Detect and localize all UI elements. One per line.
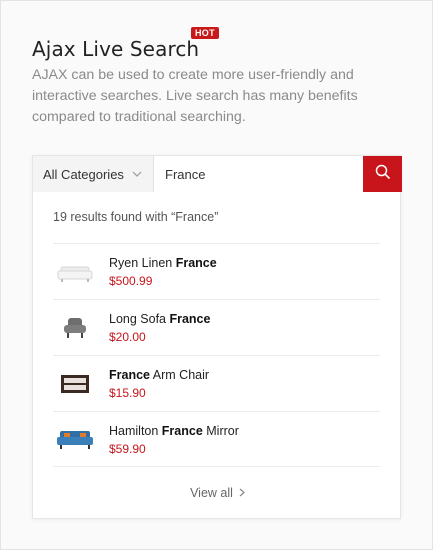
description: AJAX can be used to create more user-fri… — [32, 67, 358, 125]
hot-badge: HOT — [191, 27, 219, 39]
results-count: 19 results found with “France” — [53, 210, 219, 224]
white-sofa-icon — [53, 252, 97, 292]
result-name: Hamilton France Mirror — [109, 423, 239, 438]
search-bar: All Categories — [33, 156, 402, 192]
search-icon — [375, 164, 391, 185]
category-select[interactable]: All Categories — [33, 156, 154, 192]
result-item[interactable]: Hamilton France Mirror $59.90 — [53, 411, 380, 467]
search-button[interactable] — [363, 156, 402, 192]
results-list: Ryen Linen France $500.99 Long Sofa Fran… — [53, 243, 380, 467]
result-price: $500.99 — [109, 274, 153, 288]
category-select-label: All Categories — [43, 166, 124, 182]
result-item[interactable]: Long Sofa France $20.00 — [53, 299, 380, 355]
ajax-live-search-card: Ajax Live Search HOT AJAX can be used to… — [0, 0, 433, 550]
chevron-right-icon — [239, 486, 245, 500]
blue-sofa-icon — [53, 419, 97, 459]
dark-dresser-icon — [53, 364, 97, 404]
result-price: $20.00 — [109, 330, 146, 344]
page-title: Ajax Live Search — [32, 37, 200, 61]
view-all-link[interactable]: View all — [33, 486, 402, 500]
chevron-down-icon — [132, 169, 142, 180]
result-price: $15.90 — [109, 386, 146, 400]
result-item[interactable]: France Arm Chair $15.90 — [53, 355, 380, 411]
view-all-label: View all — [190, 486, 233, 500]
result-name: Long Sofa France — [109, 312, 211, 326]
search-input[interactable] — [154, 156, 363, 192]
result-name: Ryen Linen France — [109, 256, 217, 270]
gray-armchair-icon — [53, 308, 97, 348]
result-item[interactable]: Ryen Linen France $500.99 — [53, 243, 380, 299]
result-price: $59.90 — [109, 441, 146, 456]
search-panel: All Categories 19 results found with “Fr… — [32, 155, 402, 519]
result-name: France Arm Chair — [109, 368, 210, 382]
title-block: Ajax Live Search HOT — [32, 27, 219, 61]
